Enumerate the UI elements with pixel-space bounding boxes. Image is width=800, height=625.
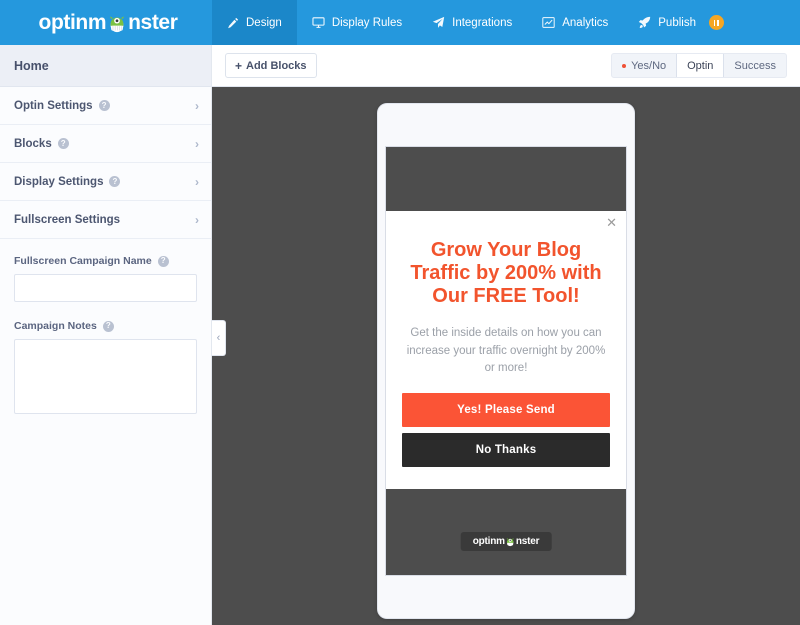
chevron-right-icon: › [195,212,199,227]
plus-icon: + [235,58,243,73]
nav-tab-analytics-label: Analytics [562,16,609,29]
device-screen: ✕ Grow Your Blog Traffic by 200% with Ou… [385,146,627,576]
view-tab-success-label: Success [734,59,776,72]
sidebar-item-fullscreen-settings-label: Fullscreen Settings [14,213,121,226]
view-switcher: Yes/No Optin Success [611,53,787,78]
form-spacer [14,302,197,320]
help-icon[interactable]: ? [109,176,121,187]
help-icon[interactable]: ? [57,138,69,149]
brand-wordmark: optinm nster [39,11,178,35]
mobile-device-frame: ✕ Grow Your Blog Traffic by 200% with Ou… [377,103,635,619]
view-tab-optin-label: Optin [687,59,714,72]
brand-text-pre: optinm [38,10,107,34]
optin-popup[interactable]: ✕ Grow Your Blog Traffic by 200% with Ou… [386,210,626,490]
nav-tab-publish[interactable]: Publish [623,0,739,45]
monitor-icon [312,16,325,29]
view-tab-optin[interactable]: Optin [676,54,725,77]
campaign-notes-textarea[interactable] [14,339,197,414]
monster-mascot-icon [505,536,516,547]
view-tab-success[interactable]: Success [724,54,786,77]
nav-tab-analytics[interactable]: Analytics [527,0,623,45]
optin-secondary-button[interactable]: No Thanks [402,433,610,468]
optin-primary-button[interactable]: Yes! Please Send [402,393,610,428]
nav-tab-publish-label: Publish [658,16,696,29]
help-icon[interactable]: ? [157,255,169,267]
settings-sidebar: Home Optin Settings ? › Blocks ? › Displ… [0,45,212,625]
chevron-left-icon: ‹ [216,332,221,344]
top-header-bar: optinm nster Design Display Rules Integr… [0,0,800,45]
optinmonster-logo[interactable]: optinm nster [0,0,212,45]
brand-text-post: nster [128,10,178,34]
sidebar-item-optin-settings[interactable]: Optin Settings ? › [0,87,211,125]
nav-tab-design-label: Design [246,16,282,29]
sidebar-item-display-settings-label: Display Settings [14,175,104,188]
nav-tab-display-rules[interactable]: Display Rules [297,0,417,45]
badge-text-post: nster [515,536,540,547]
sidebar-item-blocks[interactable]: Blocks ? › [0,125,211,163]
sidebar-home-label: Home [14,58,49,73]
optin-subtext[interactable]: Get the inside details on how you can in… [404,325,608,377]
campaign-notes-label-text: Campaign Notes [14,320,97,332]
nav-tab-integrations[interactable]: Integrations [417,0,527,45]
sidebar-collapse-handle[interactable]: ‹ [212,320,226,356]
chart-line-icon [542,16,555,29]
optin-headline[interactable]: Grow Your Blog Traffic by 200% with Our … [402,239,610,309]
plane-icon [432,16,445,29]
add-blocks-button[interactable]: + Add Blocks [225,53,317,78]
rocket-icon [638,16,651,29]
close-icon[interactable]: ✕ [606,216,617,229]
campaign-name-input[interactable] [14,274,197,302]
chevron-right-icon: › [195,136,199,151]
sidebar-item-optin-settings-label: Optin Settings [14,99,93,112]
sidebar-item-display-settings[interactable]: Display Settings ? › [0,163,211,201]
campaign-name-label: Fullscreen Campaign Name ? [14,255,197,267]
sidebar-item-home[interactable]: Home [0,45,211,87]
optinmonster-campaign-builder: optinm nster Design Display Rules Integr… [0,0,800,625]
unsaved-dot-icon [622,63,627,68]
help-icon[interactable]: ? [102,320,114,332]
nav-tab-display-rules-label: Display Rules [331,16,403,29]
nav-tab-integrations-label: Integrations [452,16,513,29]
monster-mascot-icon [106,12,128,34]
chevron-right-icon: › [195,98,199,113]
add-blocks-label: Add Blocks [246,59,307,72]
sidebar-item-fullscreen-settings[interactable]: Fullscreen Settings › [0,201,211,239]
optinmonster-attribution-badge[interactable]: optinm nster [460,532,552,551]
help-icon[interactable]: ? [98,100,110,111]
badge-text-pre: optinm [472,536,505,547]
workspace: Home Optin Settings ? › Blocks ? › Displ… [0,45,800,625]
publish-pause-badge [708,15,724,30]
view-tab-yes-no[interactable]: Yes/No [612,54,676,77]
editor-toolbar: + Add Blocks Yes/No Optin Success [212,45,800,87]
main-panel: + Add Blocks Yes/No Optin Success ‹ ✕ Gr… [212,45,800,625]
pencil-icon [227,17,239,29]
view-tab-yes-no-label: Yes/No [631,59,667,72]
preview-canvas: ‹ ✕ Grow Your Blog Traffic by 200% with … [212,87,800,625]
sidebar-form: Fullscreen Campaign Name ? Campaign Note… [0,239,211,625]
nav-tab-design[interactable]: Design [212,0,297,45]
main-navigation: Design Display Rules Integrations Analyt… [212,0,739,45]
campaign-name-label-text: Fullscreen Campaign Name [14,255,152,267]
campaign-notes-label: Campaign Notes ? [14,320,197,332]
chevron-right-icon: › [195,174,199,189]
sidebar-item-blocks-label: Blocks [14,137,52,150]
